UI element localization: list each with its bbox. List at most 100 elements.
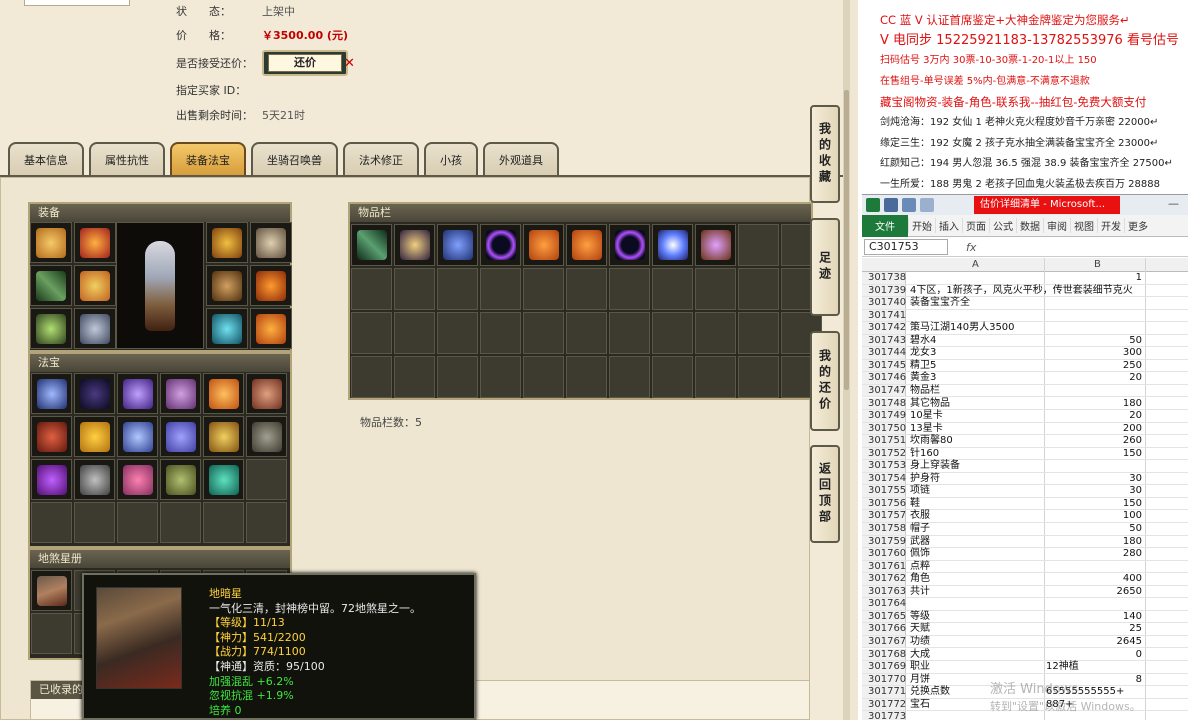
sheet-row[interactable]: 301745 精卫5 250 <box>862 359 1188 373</box>
cell-a[interactable]: 大成 <box>910 649 1046 662</box>
sheet-row[interactable]: 301767 功绩 2645 <box>862 635 1188 649</box>
cell-b[interactable]: 20 <box>1046 372 1142 385</box>
cell-a[interactable]: 物品栏 <box>910 385 1046 398</box>
cell-b[interactable]: 260 <box>1046 435 1142 448</box>
cell-a[interactable]: 坎雨馨80 <box>910 435 1046 448</box>
row-number[interactable]: 301753 <box>862 460 906 472</box>
treasure-slot[interactable] <box>203 373 244 414</box>
cell-b[interactable]: 300 <box>1046 347 1142 360</box>
cell-b[interactable]: 180 <box>1046 398 1142 411</box>
column-a-header[interactable]: A <box>972 258 979 272</box>
haggle-button[interactable]: 还价 <box>262 50 348 76</box>
row-number[interactable]: 301758 <box>862 523 906 535</box>
treasure-slot[interactable] <box>74 416 115 457</box>
name-box[interactable]: C301753 <box>864 239 948 255</box>
sheet-row[interactable]: 301762 角色 400 <box>862 573 1188 586</box>
tab-attributes[interactable]: 属性抗性 <box>89 142 165 176</box>
treasure-slot[interactable] <box>74 373 115 414</box>
inventory-slot[interactable] <box>480 224 521 266</box>
sheet-row[interactable]: 301750 13星卡 200 <box>862 422 1188 436</box>
tab-children[interactable]: 小孩 <box>424 142 478 176</box>
sheet-row[interactable]: 301757 衣服 100 <box>862 510 1188 523</box>
cell-b[interactable]: 400 <box>1046 573 1142 586</box>
cell-b[interactable]: 50 <box>1046 335 1142 348</box>
sheet-row[interactable]: 301753 身上穿装备 <box>862 460 1188 473</box>
sheet-row[interactable]: 301741 <box>862 309 1188 323</box>
row-number[interactable]: 301763 <box>862 585 906 598</box>
cell-a[interactable]: 针160 <box>910 448 1046 461</box>
treasure-slot[interactable] <box>31 416 72 457</box>
sheet-row[interactable]: 301744 龙女3 300 <box>862 347 1188 360</box>
equip-slot-belt[interactable] <box>250 265 292 306</box>
sheet-row[interactable]: 301761 点粹 <box>862 560 1188 574</box>
cell-a[interactable]: 点粹 <box>910 561 1046 574</box>
cell-b[interactable]: 30 <box>1046 485 1142 498</box>
equip-slot-ring[interactable] <box>206 265 248 306</box>
treasure-slot[interactable] <box>203 459 244 500</box>
equip-slot-necklace[interactable] <box>74 222 116 263</box>
sheet-row[interactable]: 301756 鞋 150 <box>862 497 1188 511</box>
row-number[interactable]: 301746 <box>862 372 906 384</box>
fx-icon[interactable]: fx <box>966 241 976 254</box>
row-number[interactable]: 301750 <box>862 422 906 435</box>
treasure-slot[interactable] <box>31 459 72 500</box>
row-number[interactable]: 301744 <box>862 347 906 359</box>
inventory-slot[interactable] <box>523 224 564 266</box>
treasure-slot[interactable] <box>74 459 115 500</box>
inventory-slot[interactable] <box>351 224 392 266</box>
inventory-slot[interactable] <box>695 224 736 266</box>
row-number[interactable]: 301747 <box>862 384 906 397</box>
sheet-row[interactable]: 301759 武器 180 <box>862 535 1188 549</box>
cell-a[interactable]: 策马江湖140男人3500 <box>910 322 1046 335</box>
row-number[interactable]: 301756 <box>862 497 906 510</box>
cell-a[interactable]: 黄金3 <box>910 372 1046 385</box>
cell-b[interactable]: 100 <box>1046 510 1142 523</box>
row-number[interactable]: 301754 <box>862 472 906 485</box>
cell-b[interactable]: 280 <box>1046 548 1142 561</box>
row-number[interactable]: 301762 <box>862 573 906 585</box>
cell-b[interactable]: 150 <box>1046 498 1142 511</box>
cell-a[interactable]: 碧水4 <box>910 335 1046 348</box>
row-number[interactable]: 301769 <box>862 661 906 673</box>
sheet-row[interactable]: 301738 1 <box>862 272 1188 285</box>
cell-a[interactable]: 鞋 <box>910 498 1046 511</box>
cell-a[interactable]: 武器 <box>910 536 1046 549</box>
cell-b[interactable]: 150 <box>1046 448 1142 461</box>
equip-slot-amulet[interactable] <box>30 308 72 349</box>
treasure-slot[interactable] <box>203 416 244 457</box>
cell-a[interactable]: 角色 <box>910 573 1046 586</box>
treasure-slot[interactable] <box>117 416 158 457</box>
inventory-slot[interactable] <box>394 224 435 266</box>
sheet-row[interactable]: 301768 大成 0 <box>862 648 1188 662</box>
sheet-row[interactable]: 301769 职业 12神植 <box>862 661 1188 674</box>
minimize-icon[interactable]: — <box>1168 197 1179 210</box>
row-number[interactable]: 301767 <box>862 635 906 648</box>
row-number[interactable]: 301766 <box>862 623 906 635</box>
row-number[interactable]: 301739 <box>862 284 906 297</box>
cell-a[interactable]: 护身符 <box>910 473 1046 486</box>
cell-a[interactable]: 功绩 <box>910 636 1046 649</box>
row-number[interactable]: 301764 <box>862 598 906 610</box>
equip-slot-armor[interactable] <box>74 265 116 306</box>
row-number[interactable]: 301751 <box>862 435 906 447</box>
column-b-header[interactable]: B <box>1094 258 1101 272</box>
sheet-row[interactable]: 301765 等级 140 <box>862 610 1188 624</box>
star-card-slot[interactable] <box>31 570 72 611</box>
row-number[interactable]: 301749 <box>862 410 906 422</box>
ribbon-tab-home[interactable]: 开始 <box>908 218 935 233</box>
sheet-row[interactable]: 301760 佩饰 280 <box>862 548 1188 561</box>
treasure-slot[interactable] <box>117 373 158 414</box>
cell-b[interactable]: 50 <box>1046 523 1142 536</box>
equip-slot-weapon[interactable] <box>30 265 72 306</box>
cell-b[interactable]: 200 <box>1046 423 1142 436</box>
ribbon-tab-developer[interactable]: 开发 <box>1097 218 1124 233</box>
row-number[interactable]: 301757 <box>862 510 906 522</box>
ribbon-tab-page[interactable]: 页面 <box>962 218 989 233</box>
tab-appearance[interactable]: 外观道具 <box>483 142 559 176</box>
inventory-slot[interactable] <box>609 224 650 266</box>
footprint-button[interactable]: 足迹 <box>810 218 840 316</box>
ribbon-tab-formula[interactable]: 公式 <box>989 218 1016 233</box>
cell-a[interactable]: 13星卡 <box>910 423 1046 436</box>
ribbon-tab-view[interactable]: 视图 <box>1070 218 1097 233</box>
ribbon-tab-more[interactable]: 更多 <box>1124 218 1151 233</box>
